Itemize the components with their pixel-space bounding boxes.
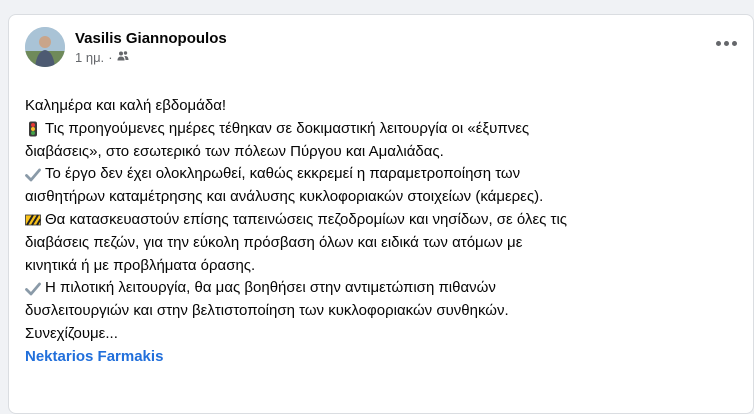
- more-dot-icon: [716, 41, 721, 46]
- post-line: κινητικά ή με προβλήματα όρασης.: [25, 256, 256, 274]
- traffic-light-icon: [29, 121, 37, 137]
- friends-icon[interactable]: [117, 50, 129, 66]
- post-line: Θα κατασκευαστούν επίσης ταπεινώσεις πεζ…: [25, 209, 735, 232]
- post-timestamp[interactable]: 1 ημ.: [75, 50, 104, 66]
- post-line: αισθητήρων καταμέτρησης και ανάλυσης κυκ…: [25, 188, 544, 206]
- author-meta: Vasilis Giannopoulos 1 ημ. ·: [75, 29, 227, 66]
- post-line: Η πιλοτική λειτουργία, θα μας βοηθήσει σ…: [25, 277, 735, 300]
- check-mark-icon: [25, 168, 41, 182]
- more-dot-icon: [724, 41, 729, 46]
- post-card: Vasilis Giannopoulos 1 ημ. · Καλημέρα κα…: [8, 14, 754, 414]
- post-line: Nektarios Farmakis: [25, 346, 735, 369]
- construction-icon: [25, 214, 41, 226]
- post-line: Συνεχίζουμε...: [25, 324, 118, 342]
- post-line: Καλημέρα και καλή εβδομάδα!: [25, 97, 227, 114]
- more-dot-icon: [732, 41, 737, 46]
- post-body: Καλημέρα και καλή εβδομάδα! Τις προηγούμ…: [25, 95, 735, 369]
- check-mark-icon: [25, 282, 41, 296]
- post-line: διαβάσεις», στο εσωτερικό των πόλεων Πύρ…: [25, 142, 444, 160]
- avatar[interactable]: [25, 27, 65, 67]
- post-line: δυσλειτουργιών και στην βελτιστοποίηση τ…: [25, 302, 509, 320]
- more-options-button[interactable]: [716, 41, 737, 46]
- post-line: Τις προηγούμενες ημέρες τέθηκαν σε δοκιμ…: [25, 118, 735, 141]
- post-subline: 1 ημ. ·: [75, 50, 227, 66]
- post-line: διαβάσεις πεζών, για την εύκολη πρόσβαση…: [25, 233, 523, 251]
- separator: ·: [108, 49, 113, 65]
- post-line: Το έργο δεν έχει ολοκληρωθεί, καθώς εκκρ…: [25, 163, 735, 186]
- author-name[interactable]: Vasilis Giannopoulos: [75, 29, 227, 49]
- post-header: Vasilis Giannopoulos 1 ημ. ·: [25, 27, 227, 67]
- mention-link[interactable]: Nektarios Farmakis: [25, 346, 163, 369]
